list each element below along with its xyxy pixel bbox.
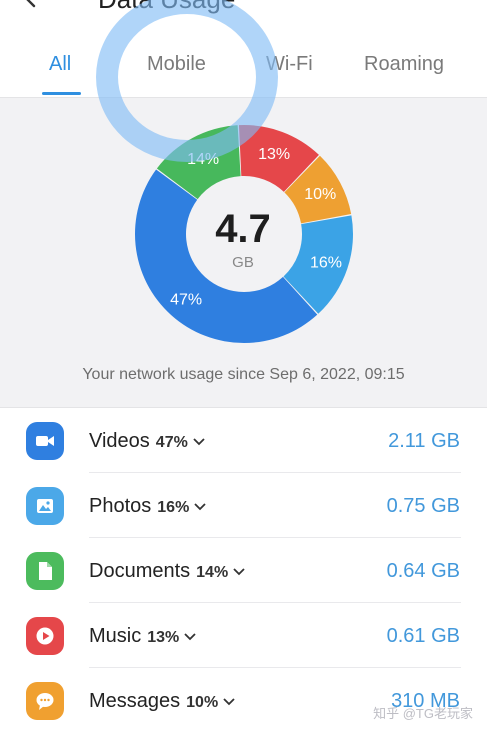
category-size: 2.11 GB [388, 430, 460, 452]
category-row-videos[interactable]: Videos 47% 2.11 GB [0, 408, 487, 473]
category-size: 0.75 GB [386, 495, 460, 517]
category-percent: 13% [147, 629, 180, 646]
donut-label-videos: 47% [170, 291, 202, 308]
total-usage-value: 4.7 [215, 207, 271, 251]
tab-wifi[interactable]: Wi-Fi [266, 53, 313, 76]
category-row-photos[interactable]: Photos 16% 0.75 GB [0, 473, 487, 538]
usage-summary-panel: 13% 10% 16% 47% 14% 4.7 GB Your network usag… [0, 97, 487, 408]
donut-label-messages: 10% [304, 186, 336, 203]
chevron-down-icon[interactable] [193, 502, 207, 512]
total-usage-unit: GB [232, 254, 254, 271]
category-percent: 14% [196, 564, 229, 581]
image-icon [26, 487, 64, 525]
category-size: 0.61 GB [386, 625, 460, 647]
donut-label-music: 13% [258, 146, 290, 163]
category-label: Music 13% [89, 625, 197, 648]
usage-since-text: Your network usage since Sep 6, 2022, 09… [82, 366, 405, 383]
play-icon [26, 617, 64, 655]
category-label: Videos 47% [89, 430, 206, 453]
category-size: 0.64 GB [386, 560, 460, 582]
category-percent: 10% [186, 694, 219, 711]
tab-bar: All Mobile Wi-Fi Roaming [0, 40, 487, 98]
active-tab-indicator [42, 92, 81, 95]
tab-all[interactable]: All [49, 53, 71, 76]
tab-mobile[interactable]: Mobile [147, 53, 206, 76]
screen-title: Data Usage [98, 0, 235, 15]
category-label: Documents 14% [89, 560, 246, 583]
tab-roaming[interactable]: Roaming [364, 53, 444, 76]
message-icon [26, 682, 64, 720]
chevron-down-icon[interactable] [183, 632, 197, 642]
video-camera-icon [26, 422, 64, 460]
category-row-messages[interactable]: Messages 10% 310 MB [0, 668, 487, 733]
chevron-down-icon[interactable] [232, 567, 246, 577]
back-arrow-icon[interactable] [22, 0, 40, 8]
chevron-down-icon[interactable] [192, 437, 206, 447]
donut-label-documents: 14% [187, 151, 219, 168]
header: Data Usage [0, 0, 487, 18]
document-icon [26, 552, 64, 590]
category-row-documents[interactable]: Documents 14% 0.64 GB [0, 538, 487, 603]
watermark-text: 知乎 @TG老玩家 [373, 706, 473, 721]
category-row-music[interactable]: Music 13% 0.61 GB [0, 603, 487, 668]
category-label: Photos 16% [89, 495, 207, 518]
category-label: Messages 10% [89, 690, 236, 713]
donut-label-photos: 16% [310, 255, 342, 272]
chevron-down-icon[interactable] [222, 697, 236, 707]
category-percent: 47% [155, 434, 188, 451]
category-percent: 16% [157, 499, 190, 516]
